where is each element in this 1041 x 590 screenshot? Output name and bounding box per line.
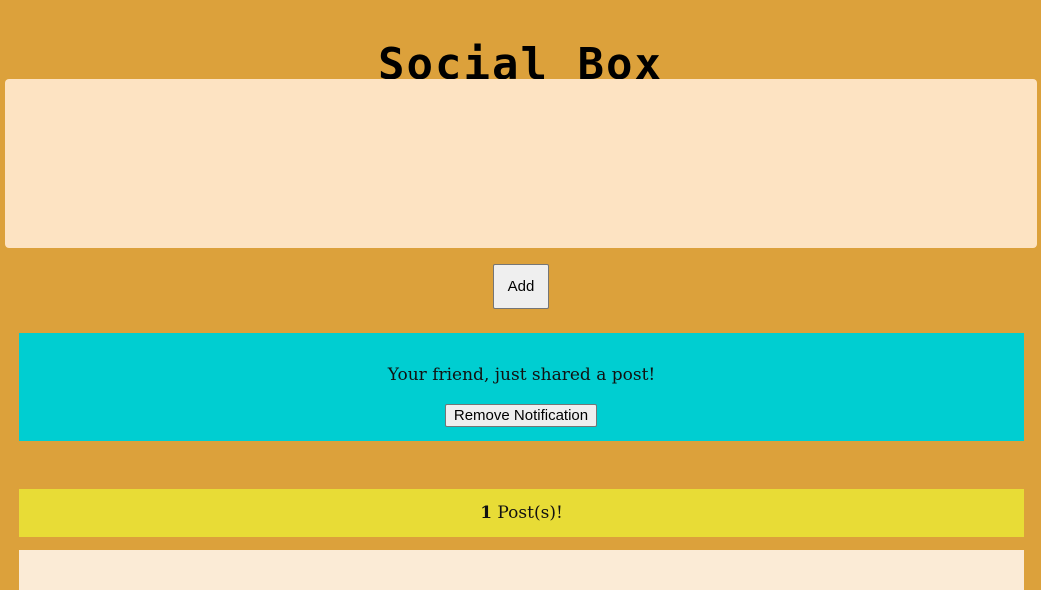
post-count-label: Post(s)! [492,503,563,523]
notification-banner: Your friend, just shared a post! Remove … [19,333,1024,441]
post-count-number: 1 [480,503,493,523]
notification-message: Your friend, just shared a post! [387,365,656,385]
post-card [19,550,1024,590]
post-composer-input[interactable] [5,79,1037,248]
remove-notification-button[interactable]: Remove Notification [445,404,597,427]
add-post-button[interactable]: Add [493,264,549,309]
post-count-bar: 1 Post(s)! [19,489,1024,537]
